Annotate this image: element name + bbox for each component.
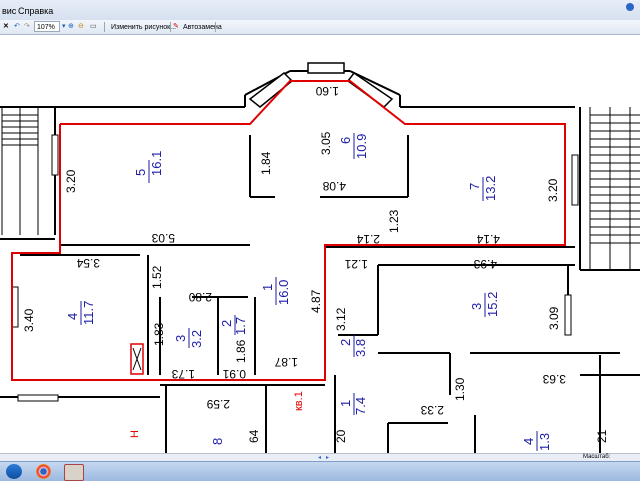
autofit-button[interactable]: Автозамена <box>180 21 225 34</box>
room-7-number: 7 <box>467 183 482 190</box>
dim-label: 1.23 <box>387 209 401 233</box>
cut-icon[interactable]: ✕ <box>3 21 9 32</box>
dim-label: 0.91 <box>222 367 246 381</box>
room-4-number: 4 <box>65 313 80 320</box>
dim-label: 1.73 <box>171 367 195 381</box>
toolbar-separator <box>170 22 171 32</box>
zoom-dropdown-icon[interactable]: ▾ <box>62 21 66 32</box>
zoom-out-icon[interactable]: ⊖ <box>78 21 84 32</box>
room-4-area: 11.7 <box>81 301 96 325</box>
dim-label: 2.14 <box>356 232 380 246</box>
dim-label: 64 <box>247 429 261 443</box>
dim-label: 5.03 <box>151 231 175 245</box>
dim-label: 2.80 <box>188 290 212 304</box>
dim-label: 2.33 <box>420 403 444 417</box>
room-4b-number: 4 <box>521 438 536 445</box>
staircase-left <box>1 107 39 235</box>
staircase-right <box>589 107 640 270</box>
dim-label: 1.52 <box>150 265 164 289</box>
start-button-icon[interactable] <box>6 464 22 479</box>
room-5-area: 16.1 <box>149 151 164 176</box>
dimension-labels: 1.60 3.05 1.84 4.08 3.20 5.03 3.20 1.23 … <box>22 84 609 443</box>
room-6-area: 10.9 <box>354 134 369 159</box>
dim-label: 4.87 <box>309 289 323 313</box>
room-3b-number: 3 <box>469 303 484 310</box>
menu-item-help[interactable]: Справка <box>18 6 53 16</box>
room-1-area: 16.0 <box>276 280 291 305</box>
dim-label: 3.09 <box>547 306 561 330</box>
scroll-left-icon[interactable]: ◂ <box>318 454 321 461</box>
taskbar <box>0 461 640 481</box>
room-6-number: 6 <box>338 137 353 144</box>
zoom-scale-label: Масштаб: <box>583 454 611 460</box>
room-2-number: 2 <box>219 320 234 327</box>
room-3-number: 3 <box>173 335 188 342</box>
edit-picture-button[interactable]: Изменить рисунок... <box>108 21 179 34</box>
room-8-number: 8 <box>210 438 225 445</box>
dim-label: 4.93 <box>473 257 497 271</box>
unit-outline <box>11 80 566 381</box>
dim-label: 3.20 <box>64 169 78 193</box>
room-3-area: 3.2 <box>189 330 204 348</box>
dim-label: 3.40 <box>22 308 36 332</box>
paint-app-icon[interactable] <box>64 464 84 481</box>
dim-label: 3.63 <box>542 372 566 386</box>
dim-label: 3.54 <box>76 256 100 270</box>
help-icon[interactable] <box>626 3 634 11</box>
dim-label: 1.30 <box>453 377 467 401</box>
dim-label: 1.83 <box>152 322 166 346</box>
dim-label: 4.14 <box>476 232 500 246</box>
marker-label: Н <box>129 430 141 438</box>
dim-label: 1.84 <box>259 151 273 175</box>
dim-label: 1.87 <box>274 355 298 369</box>
undo-icon[interactable]: ↶ <box>14 21 20 32</box>
unit-label: кв.1 <box>293 391 305 411</box>
dim-label: 1.21 <box>344 257 368 271</box>
zoom-in-icon[interactable]: ⊕ <box>68 21 74 32</box>
toolbar-separator <box>215 22 216 32</box>
floor-plan: 5 16.1 6 10.9 7 13.2 4 11.7 1 16.0 3 3.2… <box>0 62 640 453</box>
dim-label: 2.59 <box>206 397 230 411</box>
redo-icon[interactable]: ↷ <box>24 21 30 32</box>
autocorrect-icon: ✎ <box>173 23 179 30</box>
toolbar: ✕ ↶ ↷ 107% ▾ ⊕ ⊖ ▭ Изменить рисунок... ✎… <box>0 20 640 35</box>
dim-label: 3.12 <box>334 307 348 331</box>
room-1-number: 1 <box>260 284 275 291</box>
select-icon[interactable]: ▭ <box>90 21 97 32</box>
room-5-number: 5 <box>133 169 148 176</box>
dim-label: 20 <box>334 429 348 443</box>
room-2b-number: 2 <box>338 339 353 346</box>
room-3b-area: 15.2 <box>485 292 500 317</box>
dim-label: 21 <box>595 429 609 443</box>
dim-label: 1.60 <box>315 84 339 98</box>
dim-label: 3.05 <box>319 131 333 155</box>
room-4b-area: 1.3 <box>537 433 552 451</box>
menu-item-vid[interactable]: вис <box>2 6 16 16</box>
dim-label: 4.08 <box>322 179 346 193</box>
room-7-area: 13.2 <box>483 176 498 201</box>
image-canvas: 5 16.1 6 10.9 7 13.2 4 11.7 1 16.0 3 3.2… <box>0 35 640 453</box>
room-1b-number: 1 <box>338 400 353 407</box>
room-2b-area: 3.8 <box>353 339 368 357</box>
chrome-icon[interactable] <box>36 464 51 479</box>
room-1b-area: 7.4 <box>353 397 368 415</box>
zoom-select[interactable]: 107% <box>34 21 60 32</box>
dim-label: 1.86 <box>234 339 248 363</box>
menu-bar: вис Справка <box>0 0 640 21</box>
toolbar-separator <box>104 22 105 32</box>
scroll-right-icon[interactable]: ▸ <box>326 454 329 461</box>
dim-label: 3.20 <box>546 178 560 202</box>
